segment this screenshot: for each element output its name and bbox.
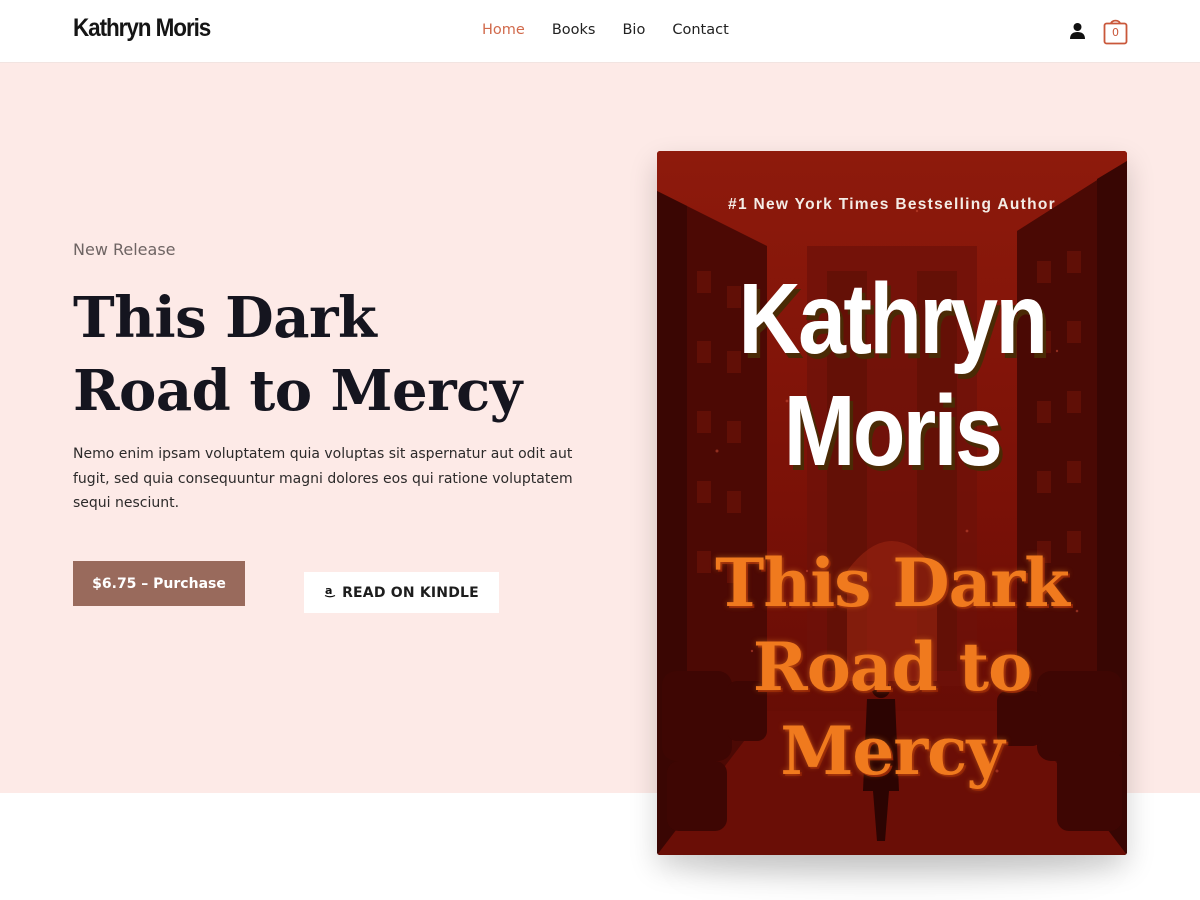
nav-item-home[interactable]: Home [482, 22, 525, 38]
hero-title-line1: This Dark [73, 285, 377, 351]
cover-title-line1: This Dark [715, 544, 1070, 622]
nav-item-contact[interactable]: Contact [672, 22, 728, 38]
shopping-bag-icon[interactable]: 0 [1103, 17, 1128, 45]
nav-item-books[interactable]: Books [552, 22, 596, 38]
purchase-button[interactable]: $6.75 – Purchase [73, 561, 245, 606]
read-on-kindle-button[interactable]: a READ ON KINDLE [304, 572, 499, 613]
cover-book-title: This Dark Road to Mercy [657, 541, 1127, 793]
cover-tagline: #1 New York Times Bestselling Author [728, 196, 1056, 213]
hero-title: This Dark Road to Mercy [73, 282, 613, 428]
hero-title-line2: Road to Mercy [73, 358, 522, 424]
site-logo[interactable]: Kathryn Moris [73, 14, 211, 43]
cart-count-badge: 0 [1112, 26, 1119, 39]
book-cover[interactable]: #1 New York Times Bestselling Author Kat… [657, 151, 1127, 855]
site-header: Kathryn Moris Home Books Bio Contact 0 [0, 0, 1200, 63]
cover-title-line3: Mercy [780, 712, 1004, 790]
cover-author-name: Kathryn Moris [690, 263, 1094, 487]
cover-author-line2: Moris [783, 375, 1003, 487]
svg-text:a: a [325, 584, 333, 597]
user-icon[interactable] [1069, 22, 1086, 40]
cover-author-line1: Kathryn [738, 263, 1048, 375]
cover-title-line2: Road to [752, 628, 1032, 706]
hero-description: Nemo enim ipsam voluptatem quia voluptas… [73, 446, 573, 511]
kindle-button-label: READ ON KINDLE [342, 584, 479, 601]
hero-eyebrow: New Release [73, 240, 176, 259]
nav-item-bio[interactable]: Bio [622, 22, 645, 38]
amazon-icon: a [324, 584, 336, 602]
main-nav: Home Books Bio Contact [482, 22, 756, 38]
